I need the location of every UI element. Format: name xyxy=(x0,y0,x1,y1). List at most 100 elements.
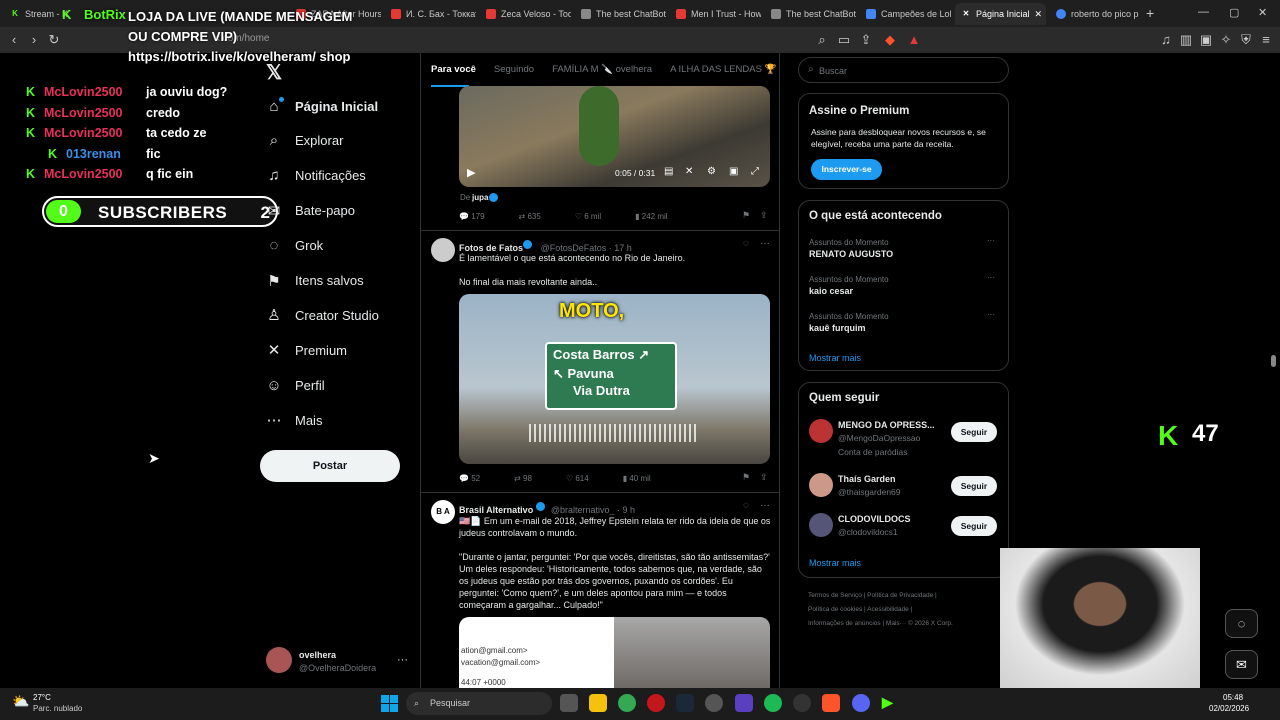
browser-tab[interactable]: roberto do pico p xyxy=(1050,3,1141,25)
follow-button[interactable]: Seguir xyxy=(951,476,997,496)
author-name[interactable]: Brasil Alternativo xyxy=(459,505,533,515)
avatar[interactable] xyxy=(431,238,455,262)
more-icon[interactable]: ··· xyxy=(987,273,995,282)
spotify-icon[interactable] xyxy=(764,694,782,712)
brave-shield-icon[interactable]: ◆ xyxy=(882,32,898,48)
follow-name[interactable]: CLODOVILDOCS xyxy=(838,514,911,524)
chat-username[interactable]: McLovin2500 xyxy=(44,167,146,181)
like-count[interactable]: ♡ 614 xyxy=(566,474,589,483)
wallet-icon[interactable]: ▣ xyxy=(1198,32,1214,48)
more-icon[interactable]: ··· xyxy=(987,236,995,245)
taskbar-search[interactable]: ⌕ Pesquisar xyxy=(406,692,552,715)
brave-icon[interactable] xyxy=(822,694,840,712)
opera-icon[interactable] xyxy=(647,694,665,712)
tweet-image[interactable]: ation@gmail.com> vacation@gmail.com> 44:… xyxy=(459,617,770,688)
trend-item[interactable]: kaio cesar xyxy=(809,286,853,296)
view-count[interactable]: ▮ 40 mil xyxy=(623,474,651,483)
show-more-link[interactable]: Mostrar mais xyxy=(809,558,861,568)
settings-icon[interactable]: ⚙ xyxy=(707,166,716,177)
share-icon[interactable]: ⇪ xyxy=(858,32,874,48)
clock-time[interactable]: 05:48 xyxy=(1223,693,1243,702)
messages-icon[interactable]: ✉ xyxy=(1225,650,1258,679)
footer-links[interactable]: Política de cookies | Acessibilidade | xyxy=(808,606,912,613)
from-user[interactable]: jupa xyxy=(472,193,488,202)
chat-username[interactable]: McLovin2500 xyxy=(44,126,146,140)
mute-icon[interactable]: ✕ xyxy=(685,166,693,177)
task-view-icon[interactable] xyxy=(560,694,578,712)
chat-username[interactable]: 013renan xyxy=(66,147,146,161)
share-icon[interactable]: ⇪ xyxy=(760,210,768,221)
nav-item-chat[interactable]: ✉ Bate-papo xyxy=(265,199,355,223)
follow-button[interactable]: Seguir xyxy=(951,516,997,536)
like-count[interactable]: ♡ 6 mil xyxy=(575,212,601,221)
repost-count[interactable]: ⇄ 98 xyxy=(514,474,532,483)
nav-item-creator[interactable]: ♙ Creator Studio xyxy=(265,303,379,327)
menu-icon[interactable]: ≡ xyxy=(1258,32,1274,48)
author-handle[interactable]: @bralternativo_ · 9 h xyxy=(551,505,635,515)
chat-username[interactable]: McLovin2500 xyxy=(44,106,146,120)
start-button[interactable] xyxy=(381,695,398,712)
view-count[interactable]: ▮ 242 mil xyxy=(635,212,667,221)
nav-item-x-logo[interactable]: ✕ Premium xyxy=(265,338,347,362)
post-button[interactable]: Postar xyxy=(260,450,400,482)
zoom-icon[interactable]: ⌕ xyxy=(814,32,830,48)
browser-tab[interactable]: The best ChatBot xyxy=(765,3,856,25)
bookmark-icon[interactable]: ⚑ xyxy=(742,210,750,221)
browser-tab[interactable]: The best ChatBot xyxy=(575,3,666,25)
forward-icon[interactable]: › xyxy=(26,32,42,48)
browser-tab-active[interactable]: ✕ Página Inicial ✕ xyxy=(955,3,1046,25)
trend-item[interactable]: kauê furquim xyxy=(809,323,866,333)
browser-tab[interactable]: Campeões de LoL xyxy=(860,3,951,25)
browser-tab[interactable]: И. С. Бах - Токката xyxy=(385,3,476,25)
scrollbar-thumb[interactable] xyxy=(1271,355,1276,367)
more-icon[interactable]: ··· xyxy=(760,238,770,249)
file-explorer-icon[interactable] xyxy=(589,694,607,712)
play-icon[interactable]: ▶ xyxy=(467,166,475,179)
follow-handle[interactable]: @thaisgarden69 xyxy=(838,487,901,497)
nav-item-search[interactable]: ⌕ Explorar xyxy=(265,129,344,153)
video-player[interactable]: MOTO, Costa Barros ↗ ↖ Pavuna Via Dutra xyxy=(459,294,770,464)
chrome-icon[interactable] xyxy=(618,694,636,712)
show-more-link[interactable]: Mostrar mais xyxy=(809,353,861,363)
follow-handle[interactable]: @clodovildocs1 xyxy=(838,527,898,537)
clock-date[interactable]: 02/02/2026 xyxy=(1209,704,1249,713)
bookmark-icon[interactable]: ⚑ xyxy=(742,472,750,483)
tab-familia[interactable]: FAMÍLIA M 🔪 ovelhera xyxy=(552,64,652,75)
avatar[interactable] xyxy=(809,473,833,497)
footer-links[interactable]: Informações de anúncios | Mais··· © 2026… xyxy=(808,620,953,627)
follow-name[interactable]: MENGO DA OPRESS... xyxy=(838,420,935,430)
cast-icon[interactable]: ▭ xyxy=(836,32,852,48)
steam-icon[interactable] xyxy=(676,694,694,712)
new-tab-button[interactable]: + xyxy=(1146,5,1154,21)
vpn-icon[interactable]: ⛨ xyxy=(1238,32,1254,48)
fullscreen-icon[interactable]: ⤢ xyxy=(751,166,759,177)
music-icon[interactable]: ♫ xyxy=(1158,32,1174,48)
video-player[interactable]: ▶ 0:05 / 0:31 ▤ ✕ ⚙ ▣ ⤢ xyxy=(459,86,770,187)
nav-item-grok[interactable]: ◌ Grok xyxy=(265,234,324,258)
more-icon[interactable]: ··· xyxy=(760,500,770,511)
discord-icon[interactable] xyxy=(852,694,870,712)
weather-temp[interactable]: 27°C xyxy=(33,693,51,702)
app-grid-icon[interactable] xyxy=(735,694,753,712)
nav-item-person[interactable]: ☺ Perfil xyxy=(265,373,324,397)
account-more-icon[interactable]: ··· xyxy=(397,654,408,666)
app-icon[interactable] xyxy=(793,694,811,712)
repost-count[interactable]: ⇄ 635 xyxy=(519,212,541,221)
tab-ilha[interactable]: A ILHA DAS LENDAS 🏆 xyxy=(670,64,776,75)
subtitles-icon[interactable]: ▤ xyxy=(664,166,673,177)
nav-item-bell[interactable]: ♫ Notificações xyxy=(265,164,365,188)
sidebar-icon[interactable]: ▥ xyxy=(1178,32,1194,48)
reply-count[interactable]: 💬 179 xyxy=(459,212,485,221)
close-tab-icon[interactable]: ✕ xyxy=(1035,9,1043,20)
search-input[interactable]: ⌕ Buscar xyxy=(798,57,1009,83)
trend-item[interactable]: RENATO AUGUSTO xyxy=(809,249,893,259)
maximize-icon[interactable]: ▢ xyxy=(1229,6,1239,19)
browser-tab[interactable]: K Stream - K xyxy=(4,3,95,25)
chat-username[interactable]: McLovin2500 xyxy=(44,85,146,99)
follow-handle[interactable]: @MengoDaOpressao xyxy=(838,433,920,443)
kick-icon[interactable]: ▶ xyxy=(882,694,900,712)
brave-rewards-icon[interactable]: ▲ xyxy=(906,32,922,48)
app-icon[interactable] xyxy=(705,694,723,712)
close-window-icon[interactable]: ✕ xyxy=(1258,6,1267,19)
x-logo-icon[interactable]: 𝕏 xyxy=(266,60,282,85)
